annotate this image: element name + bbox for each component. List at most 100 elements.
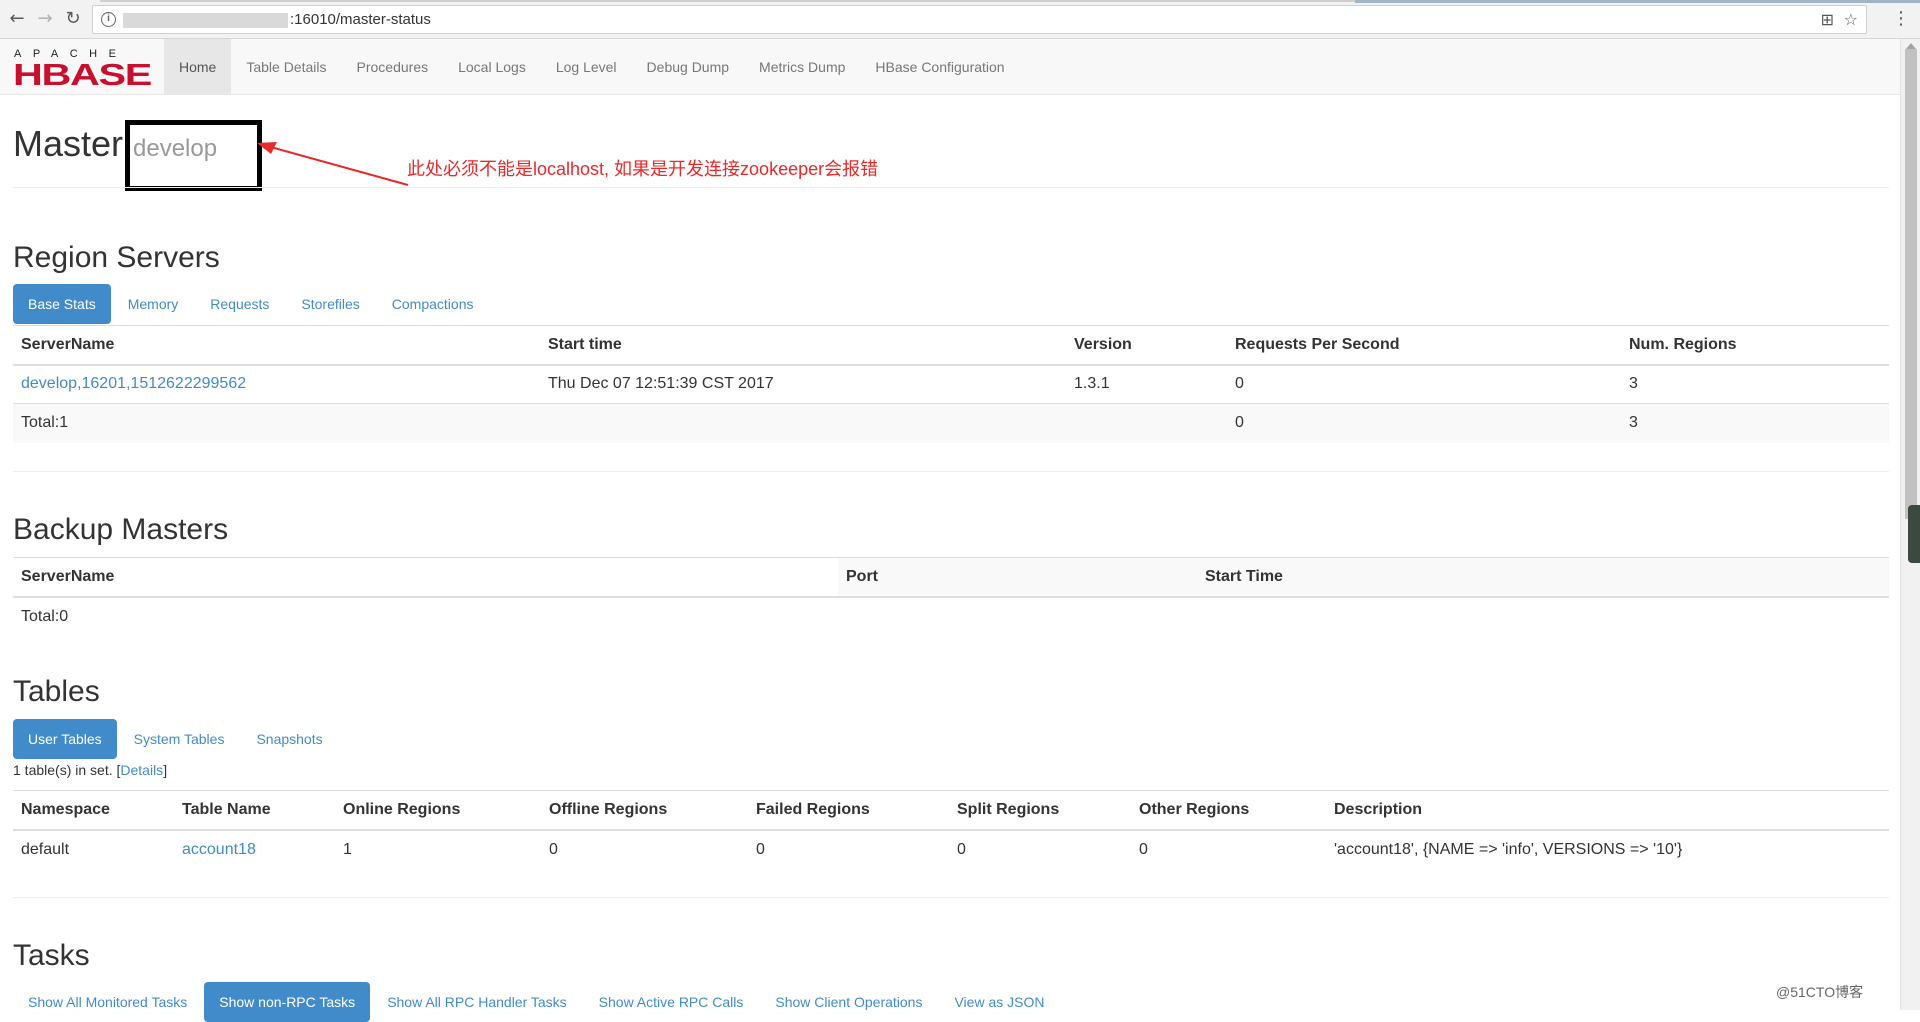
col-start-time: Start time — [540, 325, 1066, 366]
tab-all-monitored-tasks[interactable]: Show All Monitored Tasks — [13, 982, 202, 1022]
backup-masters-title: Backup Masters — [13, 513, 229, 546]
divider — [13, 471, 1889, 472]
cell-start-time: Thu Dec 07 12:51:39 CST 2017 — [540, 364, 1066, 404]
nav-log-level[interactable]: Log Level — [541, 39, 632, 95]
table-header-row: ServerName Start time Version Requests P… — [13, 325, 1889, 366]
translate-icon[interactable]: ⊞ — [1821, 10, 1834, 29]
cell-total-regions: 3 — [1621, 403, 1889, 443]
url-text: :16010/master-status — [290, 11, 431, 28]
cell-version: 1.3.1 — [1066, 364, 1227, 404]
info-icon[interactable]: i — [101, 12, 116, 27]
table-row: develop,16201,1512622299562 Thu Dec 07 1… — [13, 364, 1889, 404]
col-online-regions: Online Regions — [335, 790, 541, 831]
nav-debug-dump[interactable]: Debug Dump — [632, 39, 745, 95]
col-start-time: Start Time — [1197, 557, 1889, 598]
menu-icon[interactable]: ⋮ — [1892, 8, 1910, 29]
table-header-row: Namespace Table Name Online Regions Offl… — [13, 790, 1889, 831]
divider — [13, 897, 1889, 898]
star-icon[interactable]: ☆ — [1844, 10, 1858, 29]
annotation-highlight-box — [125, 120, 262, 191]
address-bar[interactable]: i :16010/master-status ⊞ ☆ — [92, 5, 1867, 34]
page-header: Master develop — [13, 123, 217, 165]
tables-title: Tables — [13, 675, 100, 708]
annotation-arrow-icon — [257, 142, 409, 186]
col-failed-regions: Failed Regions — [748, 790, 949, 831]
tab-storefiles[interactable]: Storefiles — [286, 284, 374, 324]
scroll-thumb[interactable] — [1905, 49, 1917, 519]
cell-namespace: default — [13, 829, 174, 869]
col-version: Version — [1066, 325, 1227, 366]
nav-table-details[interactable]: Table Details — [231, 39, 341, 95]
tab-user-tables[interactable]: User Tables — [13, 719, 117, 759]
cell-offline: 0 — [541, 829, 748, 869]
reload-icon[interactable]: ↻ — [62, 8, 84, 30]
tasks-tabs: Show All Monitored Tasks Show non-RPC Ta… — [13, 982, 1061, 1022]
forward-icon[interactable]: → — [34, 8, 56, 30]
hbase-navbar: APACHE HBASE Home Table Details Procedur… — [0, 39, 1900, 95]
col-requests-per-second: Requests Per Second — [1227, 325, 1621, 366]
tab-active-rpc-calls[interactable]: Show Active RPC Calls — [584, 982, 759, 1022]
cell-other: 0 — [1131, 829, 1326, 869]
col-port: Port — [838, 557, 1197, 598]
svg-text:HBASE: HBASE — [13, 57, 151, 87]
divider — [13, 187, 1889, 188]
nav-home[interactable]: Home — [164, 39, 232, 95]
col-other-regions: Other Regions — [1131, 790, 1326, 831]
col-num-regions: Num. Regions — [1621, 325, 1889, 366]
cell-online: 1 — [335, 829, 541, 869]
region-servers-tabs: Base Stats Memory Requests Storefiles Co… — [13, 284, 490, 324]
tab-memory[interactable]: Memory — [113, 284, 194, 324]
watermark: @51CTO博客 — [1776, 984, 1864, 1000]
details-link[interactable]: Details — [120, 762, 163, 778]
col-offline-regions: Offline Regions — [541, 790, 748, 831]
cell-split: 0 — [949, 829, 1131, 869]
table-row: default account18 1 0 0 0 0 'account18',… — [13, 829, 1889, 869]
cell-failed: 0 — [748, 829, 949, 869]
server-link[interactable]: develop,16201,1512622299562 — [21, 375, 246, 392]
region-servers-table: ServerName Start time Version Requests P… — [13, 325, 1889, 443]
tables-tabs: User Tables System Tables Snapshots — [13, 719, 340, 759]
col-servername: ServerName — [13, 557, 838, 598]
region-servers-title: Region Servers — [13, 241, 220, 274]
tab-view-as-json[interactable]: View as JSON — [939, 982, 1059, 1022]
tab-system-tables[interactable]: System Tables — [119, 719, 240, 759]
tab-client-operations[interactable]: Show Client Operations — [760, 982, 937, 1022]
cell-total: Total:0 — [21, 607, 69, 625]
cell-total: Total:1 — [13, 403, 540, 443]
table-header-row: ServerName Port Start Time — [13, 557, 1889, 598]
col-namespace: Namespace — [13, 790, 174, 831]
total-row: Total:1 0 3 — [13, 403, 1889, 443]
cell-regions: 3 — [1621, 364, 1889, 404]
user-tables-table: Namespace Table Name Online Regions Offl… — [13, 790, 1889, 869]
tab-rpc-handler-tasks[interactable]: Show All RPC Handler Tasks — [372, 982, 581, 1022]
extension-widget[interactable] — [1908, 505, 1920, 563]
table-name-link[interactable]: account18 — [182, 841, 256, 858]
tab-snapshots[interactable]: Snapshots — [241, 719, 337, 759]
tab-compactions[interactable]: Compactions — [377, 284, 489, 324]
col-split-regions: Split Regions — [949, 790, 1131, 831]
nav-metrics-dump[interactable]: Metrics Dump — [744, 39, 860, 95]
col-description: Description — [1326, 790, 1889, 831]
tab-non-rpc-tasks[interactable]: Show non-RPC Tasks — [204, 982, 371, 1022]
tab-base-stats[interactable]: Base Stats — [13, 284, 111, 324]
url-redacted — [123, 13, 288, 28]
tasks-title: Tasks — [13, 939, 90, 972]
backup-masters-table: ServerName Port Start Time Total:0 — [13, 557, 1889, 636]
total-row: Total:0 — [13, 597, 1889, 636]
cell-requests: 0 — [1227, 364, 1621, 404]
browser-toolbar: ← → ↻ i :16010/master-status ⊞ ☆ ⋮ — [0, 0, 1920, 39]
annotation-text: 此处必须不能是localhost, 如果是开发连接zookeeper会报错 — [407, 159, 879, 179]
table-count: 1 table(s) in set. [Details] — [13, 762, 168, 778]
nav-local-logs[interactable]: Local Logs — [443, 39, 541, 95]
col-table-name: Table Name — [174, 790, 335, 831]
nav-procedures[interactable]: Procedures — [342, 39, 444, 95]
hbase-logo[interactable]: APACHE HBASE — [13, 45, 153, 87]
cell-description: 'account18', {NAME => 'info', VERSIONS =… — [1326, 829, 1889, 869]
nav-hbase-configuration[interactable]: HBase Configuration — [860, 39, 1019, 95]
tab-requests[interactable]: Requests — [195, 284, 284, 324]
cell-total-requests: 0 — [1227, 403, 1621, 443]
back-icon[interactable]: ← — [6, 8, 28, 30]
active-tab-indicator — [1355, 0, 1920, 3]
tab-strip — [100, 0, 1355, 2]
page-title: Master — [13, 123, 124, 164]
